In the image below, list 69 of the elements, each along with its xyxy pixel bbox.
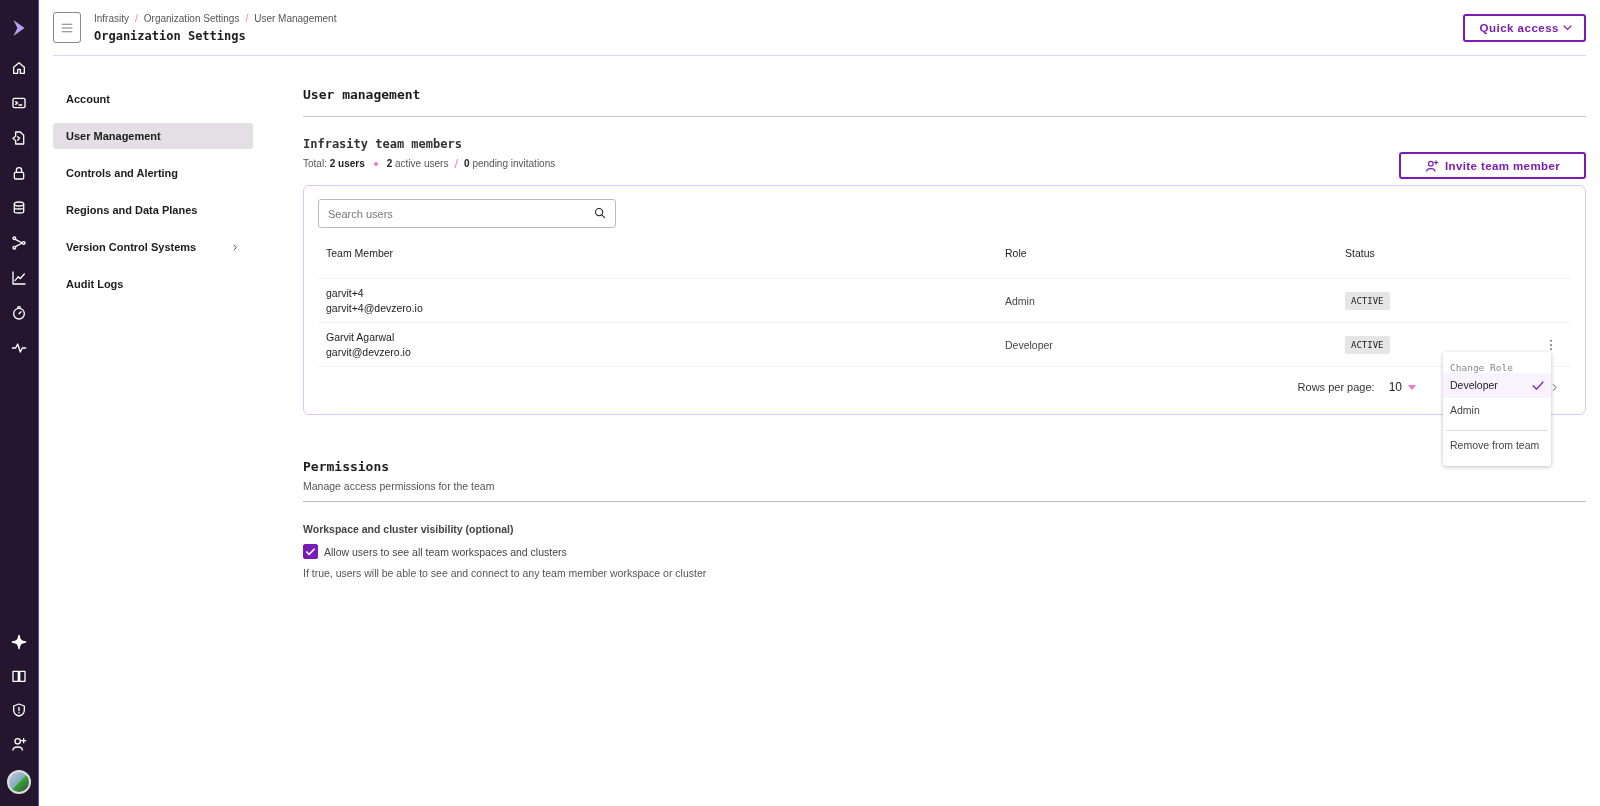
nav-item[interactable]: Controls and Alerting xyxy=(53,160,253,186)
column-header: Role xyxy=(1005,247,1028,259)
more-options-icon[interactable] xyxy=(1549,338,1553,351)
pulse-icon[interactable] xyxy=(11,340,27,356)
checkbox[interactable] xyxy=(303,544,318,559)
remove-from-team-option[interactable]: Remove from team xyxy=(1443,433,1551,458)
role-option[interactable]: Admin xyxy=(1443,398,1551,423)
member-email: garvit+4@devzero.io xyxy=(326,302,424,314)
chevron-down-icon xyxy=(1563,24,1572,31)
member-name: Garvit Agarwal xyxy=(326,331,396,343)
avatar[interactable] xyxy=(7,770,31,794)
lock-icon[interactable] xyxy=(11,165,27,181)
role-cell-text: Developer xyxy=(1005,338,1054,351)
menu-icon xyxy=(61,22,73,33)
chevron-right-icon xyxy=(233,243,237,251)
nav-item[interactable]: Audit Logs xyxy=(53,271,253,297)
checkmark-icon xyxy=(1532,380,1544,390)
status-badge: ACTIVE xyxy=(1345,291,1390,310)
member-name: garvit+4 xyxy=(326,287,365,299)
team-title: Infrasity team members xyxy=(303,137,463,151)
add-user-icon xyxy=(1424,158,1439,173)
add-user-icon[interactable] xyxy=(11,736,27,752)
search-field[interactable]: Search users xyxy=(318,199,616,228)
rows-per-page-label: Rows per page: xyxy=(1297,381,1375,393)
breadcrumb-link[interactable]: User Management xyxy=(254,12,337,24)
menu-button[interactable] xyxy=(53,12,81,43)
menu-heading: Change Role xyxy=(1449,362,1514,373)
role-cell-text: Admin xyxy=(1005,294,1036,307)
dropdown-arrow-icon xyxy=(1408,384,1416,390)
shield-icon[interactable] xyxy=(11,702,27,718)
page-title: Organization Settings xyxy=(94,28,247,43)
section-title: User management xyxy=(303,87,1586,117)
chart-icon[interactable] xyxy=(11,270,27,286)
breadcrumb-link[interactable]: Infrasity xyxy=(94,12,129,24)
permissions-title: Permissions xyxy=(303,459,391,474)
total-count: Total: 2 users xyxy=(303,158,365,169)
nav-item[interactable]: Regions and Data Planes xyxy=(53,197,253,223)
nav-item[interactable]: Version Control Systems xyxy=(53,234,253,260)
invite-team-member-button[interactable]: Invite team member xyxy=(1399,152,1586,179)
dot-icon xyxy=(373,161,378,166)
pending-count: 0 pending invitations xyxy=(464,158,556,169)
checkbox-label: Allow users to see all team workspaces and clusters xyxy=(324,545,567,558)
summary-separator: / xyxy=(454,156,459,171)
visibility-heading: Workspace and cluster visibility (optional) xyxy=(303,523,515,535)
timer-icon[interactable] xyxy=(11,305,27,321)
breadcrumb-separator: / xyxy=(245,12,249,24)
next-page-icon[interactable] xyxy=(1552,382,1557,392)
column-header: Team Member xyxy=(326,247,395,259)
search-icon xyxy=(594,207,606,219)
permissions-subtitle: Manage access permissions for the team xyxy=(303,480,496,492)
nav-item[interactable]: Account xyxy=(53,86,253,112)
breadcrumb-link[interactable]: Organization Settings xyxy=(143,12,240,24)
status-badge: ACTIVE xyxy=(1345,335,1390,354)
breadcrumb-separator: / xyxy=(135,12,138,24)
code-file-icon[interactable] xyxy=(11,130,27,146)
database-icon[interactable] xyxy=(11,200,27,216)
column-header: Status xyxy=(1345,247,1376,259)
rows-per-page-select[interactable]: 10 xyxy=(1388,380,1416,394)
help-text: If true, users will be able to see and connect to any team member workspace or cluster xyxy=(303,567,708,579)
sparkle-icon[interactable] xyxy=(11,634,27,650)
nav-item[interactable]: User Management xyxy=(53,123,253,149)
member-email: garvit@devzero.io xyxy=(326,346,412,358)
active-count: 2 active users xyxy=(386,158,449,169)
role-option[interactable]: Developer xyxy=(1443,373,1551,398)
terminal-icon[interactable] xyxy=(11,95,27,111)
quick-access-button[interactable]: Quick access xyxy=(1463,13,1586,42)
branch-icon[interactable] xyxy=(11,235,27,251)
book-icon[interactable] xyxy=(11,668,27,684)
home-icon[interactable] xyxy=(11,60,27,76)
